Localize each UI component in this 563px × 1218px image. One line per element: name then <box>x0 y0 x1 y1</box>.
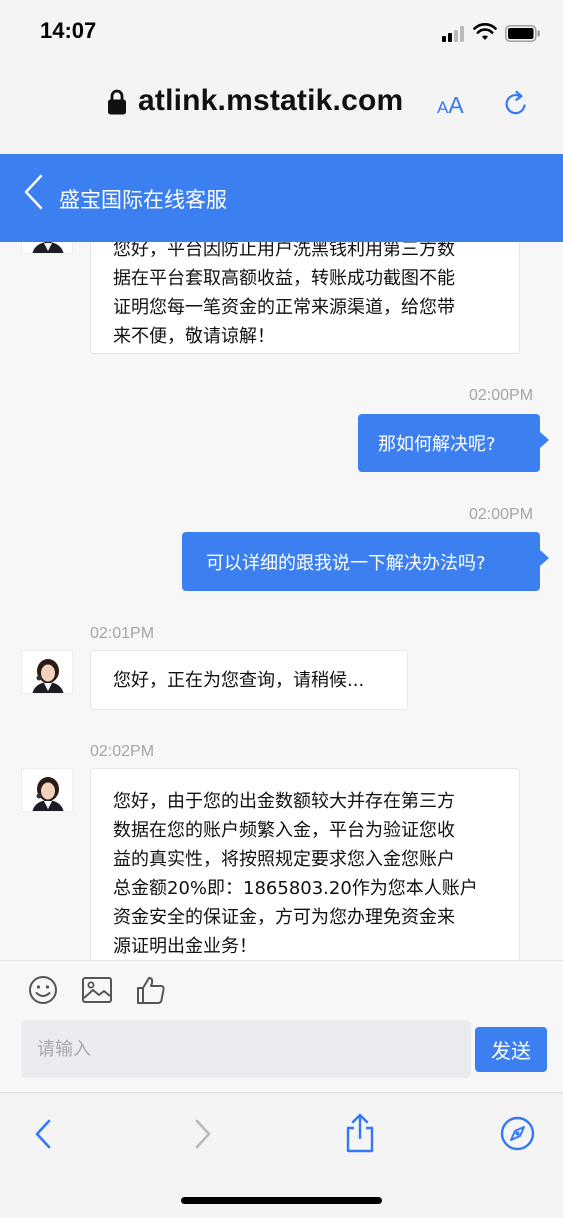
agent-message-bubble: 您好，平台因防止用户洗黑钱利用第三方数 据在平台套取高额收益，转账成功截图不能 … <box>90 242 520 354</box>
message-line: 资金安全的保证金，方可为您办理免资金来 <box>113 907 455 928</box>
message-line: 来不便，敬请谅解！ <box>113 326 275 347</box>
image-icon[interactable] <box>81 975 113 1005</box>
agent-avatar <box>21 242 73 254</box>
agent-avatar-image <box>32 777 64 811</box>
message-line: 据在平台套取高额收益，转账成功截图不能 <box>113 268 455 289</box>
browser-back-icon[interactable] <box>33 1118 53 1150</box>
message-line: 您好，由于您的出金数额较大并存在第三方 <box>113 791 455 812</box>
agent-avatar-image <box>32 659 64 693</box>
status-bar: 14:07 <box>0 0 563 64</box>
home-indicator[interactable] <box>181 1197 382 1204</box>
message-timestamp: 02:01PM <box>90 625 155 642</box>
wifi-icon <box>473 23 497 40</box>
user-message-bubble: 可以详细的跟我说一下解决办法吗? <box>182 532 549 591</box>
chat-title: 盛宝国际在线客服 <box>59 188 227 212</box>
agent-avatar-image <box>32 242 64 253</box>
message-line: 总金额20%即：1865803.20作为您本人账户 <box>113 878 478 899</box>
cellular-signal-icon <box>442 26 468 42</box>
agent-avatar <box>21 650 73 694</box>
message-input[interactable] <box>21 1020 471 1078</box>
text-size-icon[interactable]: AA <box>437 92 464 119</box>
share-icon[interactable] <box>344 1113 376 1153</box>
back-chevron-icon[interactable] <box>22 173 44 211</box>
message-line: 证明您每一笔资金的正常来源渠道，给您带 <box>113 297 455 318</box>
agent-message-bubble: 您好，由于您的出金数额较大并存在第三方 数据在您的账户频繁入金，平台为验证您收 … <box>90 768 520 960</box>
message-timestamp: 02:00PM <box>469 387 534 404</box>
thumbs-up-icon[interactable] <box>135 975 167 1005</box>
reload-icon[interactable] <box>502 90 530 118</box>
browser-forward-icon[interactable] <box>193 1118 213 1150</box>
lock-icon <box>108 89 126 115</box>
message-line: 您好，平台因防止用户洗黑钱利用第三方数 <box>113 242 455 260</box>
agent-avatar <box>21 768 73 812</box>
battery-icon <box>505 25 540 42</box>
message-line: 源证明出金业务！ <box>113 936 257 957</box>
message-timestamp: 02:00PM <box>469 506 534 523</box>
message-line: 益的真实性，将按照规定要求您入金您账户 <box>113 849 455 870</box>
user-message-bubble: 那如何解决呢? <box>358 414 549 472</box>
message-line: 数据在您的账户频繁入金，平台为验证您收 <box>113 820 455 841</box>
url-text[interactable]: atlink.mstatik.com <box>138 84 403 118</box>
compass-icon[interactable] <box>500 1116 535 1151</box>
status-time: 14:07 <box>40 18 97 43</box>
message-timestamp: 02:02PM <box>90 743 155 760</box>
agent-message-bubble: 您好，正在为您查询，请稍候... <box>90 650 408 710</box>
send-button[interactable]: 发送 <box>475 1027 547 1072</box>
chat-message-list[interactable]: 您好，平台因防止用户洗黑钱利用第三方数 据在平台套取高额收益，转账成功截图不能 … <box>0 242 563 960</box>
emoji-icon[interactable] <box>27 975 59 1005</box>
